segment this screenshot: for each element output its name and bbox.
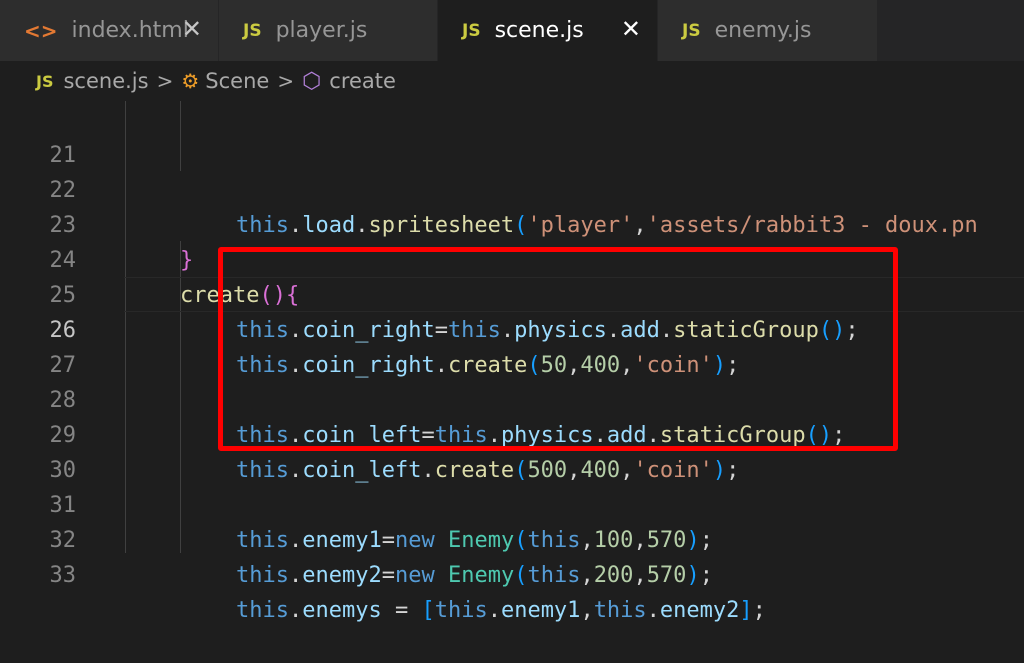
- breadcrumb-file[interactable]: scene.js: [63, 69, 148, 93]
- red-highlight-box: [218, 247, 898, 451]
- html-file-icon: <>: [24, 18, 58, 43]
- line-number: 33: [49, 563, 77, 588]
- code-line: 32 this.enemy2=new Enemy(this,200,570);: [0, 488, 1024, 588]
- tab-label: scene.js: [494, 18, 584, 43]
- tab-label: index.html: [71, 18, 189, 43]
- tab-label: enemy.js: [714, 18, 812, 43]
- chevron-right-icon: >: [156, 69, 174, 93]
- code-line: 22 this.load.spritesheet('player','asset…: [0, 138, 1024, 238]
- code-line: 24 create(){: [0, 208, 1024, 308]
- breadcrumb-method[interactable]: create: [329, 69, 396, 93]
- breadcrumb-class[interactable]: Scene: [205, 69, 269, 93]
- code-line: 31 this.enemy1=new Enemy(this,100,570);: [0, 453, 1024, 553]
- tab-scene-js[interactable]: JS scene.js ✕: [438, 0, 658, 61]
- js-file-icon: JS: [462, 20, 481, 41]
- js-file-icon: JS: [682, 20, 701, 41]
- close-icon[interactable]: ✕: [182, 15, 202, 43]
- code-line: 23 }: [0, 173, 1024, 273]
- breadcrumb: JS scene.js > ⚙ Scene > ⬡ create: [0, 61, 1024, 101]
- code-text: this.enemy2=new Enemy(this,200,570);: [236, 563, 713, 588]
- method-cube-icon: ⬡: [302, 68, 322, 94]
- tab-player-js[interactable]: JS player.js: [219, 0, 438, 61]
- tab-index-html[interactable]: <> index.html ✕: [0, 0, 219, 61]
- tab-enemy-js[interactable]: JS enemy.js: [658, 0, 878, 61]
- js-file-icon: JS: [36, 71, 54, 91]
- tab-bar: <> index.html ✕ JS player.js JS scene.js…: [0, 0, 1024, 61]
- js-file-icon: JS: [243, 20, 262, 41]
- code-line: 21: [0, 103, 1024, 168]
- chevron-right-icon: >: [277, 69, 295, 93]
- code-text: this.enemys = [this.enemy1,this.enemy2];: [236, 598, 766, 623]
- class-icon: ⚙: [181, 69, 200, 93]
- tab-label: player.js: [275, 18, 368, 43]
- close-icon[interactable]: ✕: [621, 15, 641, 43]
